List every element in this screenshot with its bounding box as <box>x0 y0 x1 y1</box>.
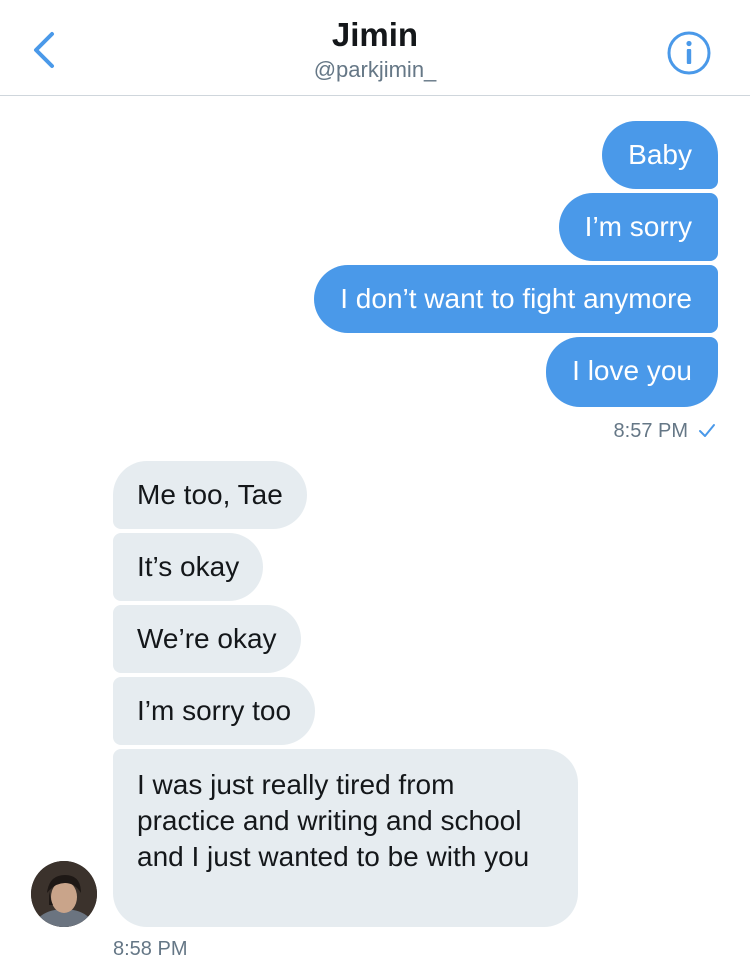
avatar[interactable] <box>31 861 97 927</box>
contact-name: Jimin <box>331 16 419 53</box>
incoming-message[interactable]: We’re okay <box>113 605 301 673</box>
info-icon <box>667 31 711 75</box>
contact-info[interactable]: Jimin @parkjimin_ <box>0 14 750 84</box>
incoming-timestamp: 8:58 PM <box>113 938 188 960</box>
info-button[interactable] <box>666 30 712 76</box>
outgoing-message[interactable]: I’m sorry <box>558 193 718 261</box>
incoming-message[interactable]: I was just really tired from practice an… <box>113 749 578 927</box>
checkmark-icon <box>699 424 715 437</box>
incoming-message[interactable]: I’m sorry too <box>113 677 316 745</box>
outgoing-timestamp-row: 8:57 PM <box>614 418 716 444</box>
outgoing-timestamp: 8:57 PM <box>613 420 688 442</box>
incoming-message[interactable]: Me too, Tae <box>113 461 307 529</box>
outgoing-message[interactable]: Baby <box>602 121 718 189</box>
dm-conversation-screen: Jimin @parkjimin_ Baby I’m sorry I don’t… <box>0 0 750 971</box>
outgoing-message[interactable]: I love you <box>546 337 718 407</box>
conversation-header: Jimin @parkjimin_ <box>0 0 750 96</box>
contact-handle: @parkjimin_ <box>313 57 437 82</box>
avatar-image <box>31 861 97 927</box>
incoming-message[interactable]: It’s okay <box>113 533 264 601</box>
outgoing-message[interactable]: I don’t want to fight anymore <box>314 265 718 333</box>
